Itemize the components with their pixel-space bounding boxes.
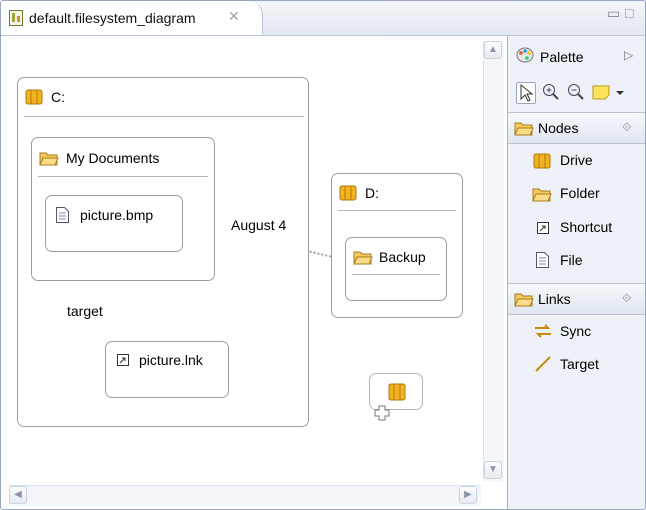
drive-icon <box>533 153 551 169</box>
palette-item-label: Folder <box>560 185 600 201</box>
target-link-label: target <box>67 303 103 319</box>
palette-item-folder[interactable]: Folder <box>508 177 645 209</box>
drive-icon <box>339 185 357 201</box>
palette-item-label: Target <box>560 356 599 372</box>
palette-item-label: Drive <box>560 152 593 168</box>
editor-tab-bar: default.filesystem_diagram ✕ ▭ □ <box>1 1 645 36</box>
palette-panel: Palette ▷ Nodes ⟐ Drive Folder Shortcut … <box>507 36 645 509</box>
backup-node[interactable]: Backup <box>345 237 447 301</box>
shortcut-icon <box>117 354 129 366</box>
palette-item-file[interactable]: File <box>508 244 645 276</box>
diagram-file-icon <box>9 10 23 26</box>
file-icon <box>536 252 549 268</box>
folder-icon <box>353 251 373 265</box>
scroll-right-icon[interactable]: ▶ <box>459 486 477 504</box>
node-divider <box>24 116 304 117</box>
vertical-scrollbar[interactable]: ▲ ▼ <box>483 41 504 481</box>
nodes-drawer-header[interactable]: Nodes ⟐ <box>508 112 645 144</box>
links-drawer-header[interactable]: Links ⟐ <box>508 283 645 315</box>
file-icon <box>56 207 69 223</box>
collapse-palette-icon[interactable]: ▷ <box>624 48 633 62</box>
folder-icon <box>514 122 534 136</box>
shortcut-icon <box>537 222 549 234</box>
picture-bmp-label: picture.bmp <box>80 207 154 223</box>
links-drawer-title: Links <box>538 291 571 307</box>
editor-tab[interactable]: default.filesystem_diagram ✕ <box>1 1 263 35</box>
select-tool-icon[interactable] <box>516 82 536 104</box>
note-icon[interactable] <box>591 82 631 104</box>
diagram-editor-window: default.filesystem_diagram ✕ ▭ □ C: My D… <box>0 0 646 510</box>
pin-icon[interactable]: ⟐ <box>622 291 631 306</box>
node-divider <box>38 176 208 177</box>
palette-item-label: File <box>560 252 583 268</box>
picture-bmp-node[interactable]: picture.bmp <box>45 195 183 252</box>
palette-item-sync[interactable]: Sync <box>508 315 645 347</box>
drive-c-label: C: <box>51 89 65 105</box>
palette-icon <box>516 47 534 63</box>
drive-icon <box>25 89 43 105</box>
my-documents-label: My Documents <box>66 150 160 166</box>
drive-icon <box>388 383 406 401</box>
picture-lnk-label: picture.lnk <box>139 352 203 368</box>
pin-icon[interactable]: ⟐ <box>622 120 631 135</box>
folder-icon <box>532 188 552 202</box>
sync-link-label: August 4 <box>231 217 287 233</box>
folder-icon <box>39 152 59 166</box>
node-divider <box>352 274 440 275</box>
backup-label: Backup <box>379 249 426 265</box>
sync-icon <box>535 324 551 338</box>
scroll-left-icon[interactable]: ◀ <box>9 486 27 504</box>
palette-item-target[interactable]: Target <box>508 348 645 380</box>
palette-toolbar <box>508 76 645 110</box>
drive-d-label: D: <box>365 185 379 201</box>
folder-icon <box>514 293 534 307</box>
zoom-out-icon[interactable] <box>566 82 586 104</box>
zoom-in-icon[interactable] <box>541 82 561 104</box>
maximize-icon[interactable]: □ <box>625 5 633 21</box>
scroll-up-icon[interactable]: ▲ <box>484 41 502 59</box>
horizontal-scrollbar[interactable]: ◀ ▶ <box>9 485 481 506</box>
palette-item-label: Sync <box>560 323 592 339</box>
minimize-icon[interactable]: ▭ <box>607 5 620 22</box>
add-cursor-icon <box>374 405 390 421</box>
target-link-icon <box>535 356 551 372</box>
palette-title: Palette <box>540 49 584 65</box>
picture-lnk-node[interactable]: picture.lnk <box>105 341 229 398</box>
close-icon[interactable]: ✕ <box>228 8 240 25</box>
editor-tab-title: default.filesystem_diagram <box>29 10 196 26</box>
palette-item-shortcut[interactable]: Shortcut <box>508 211 645 243</box>
nodes-drawer-title: Nodes <box>538 120 579 136</box>
scroll-down-icon[interactable]: ▼ <box>484 461 502 479</box>
diagram-canvas[interactable]: C: My Documents picture.bmp D: Backup pi… <box>1 36 505 508</box>
node-divider <box>338 210 456 211</box>
palette-item-drive[interactable]: Drive <box>508 144 645 176</box>
palette-header: Palette ▷ <box>508 36 645 76</box>
palette-item-label: Shortcut <box>560 219 613 235</box>
